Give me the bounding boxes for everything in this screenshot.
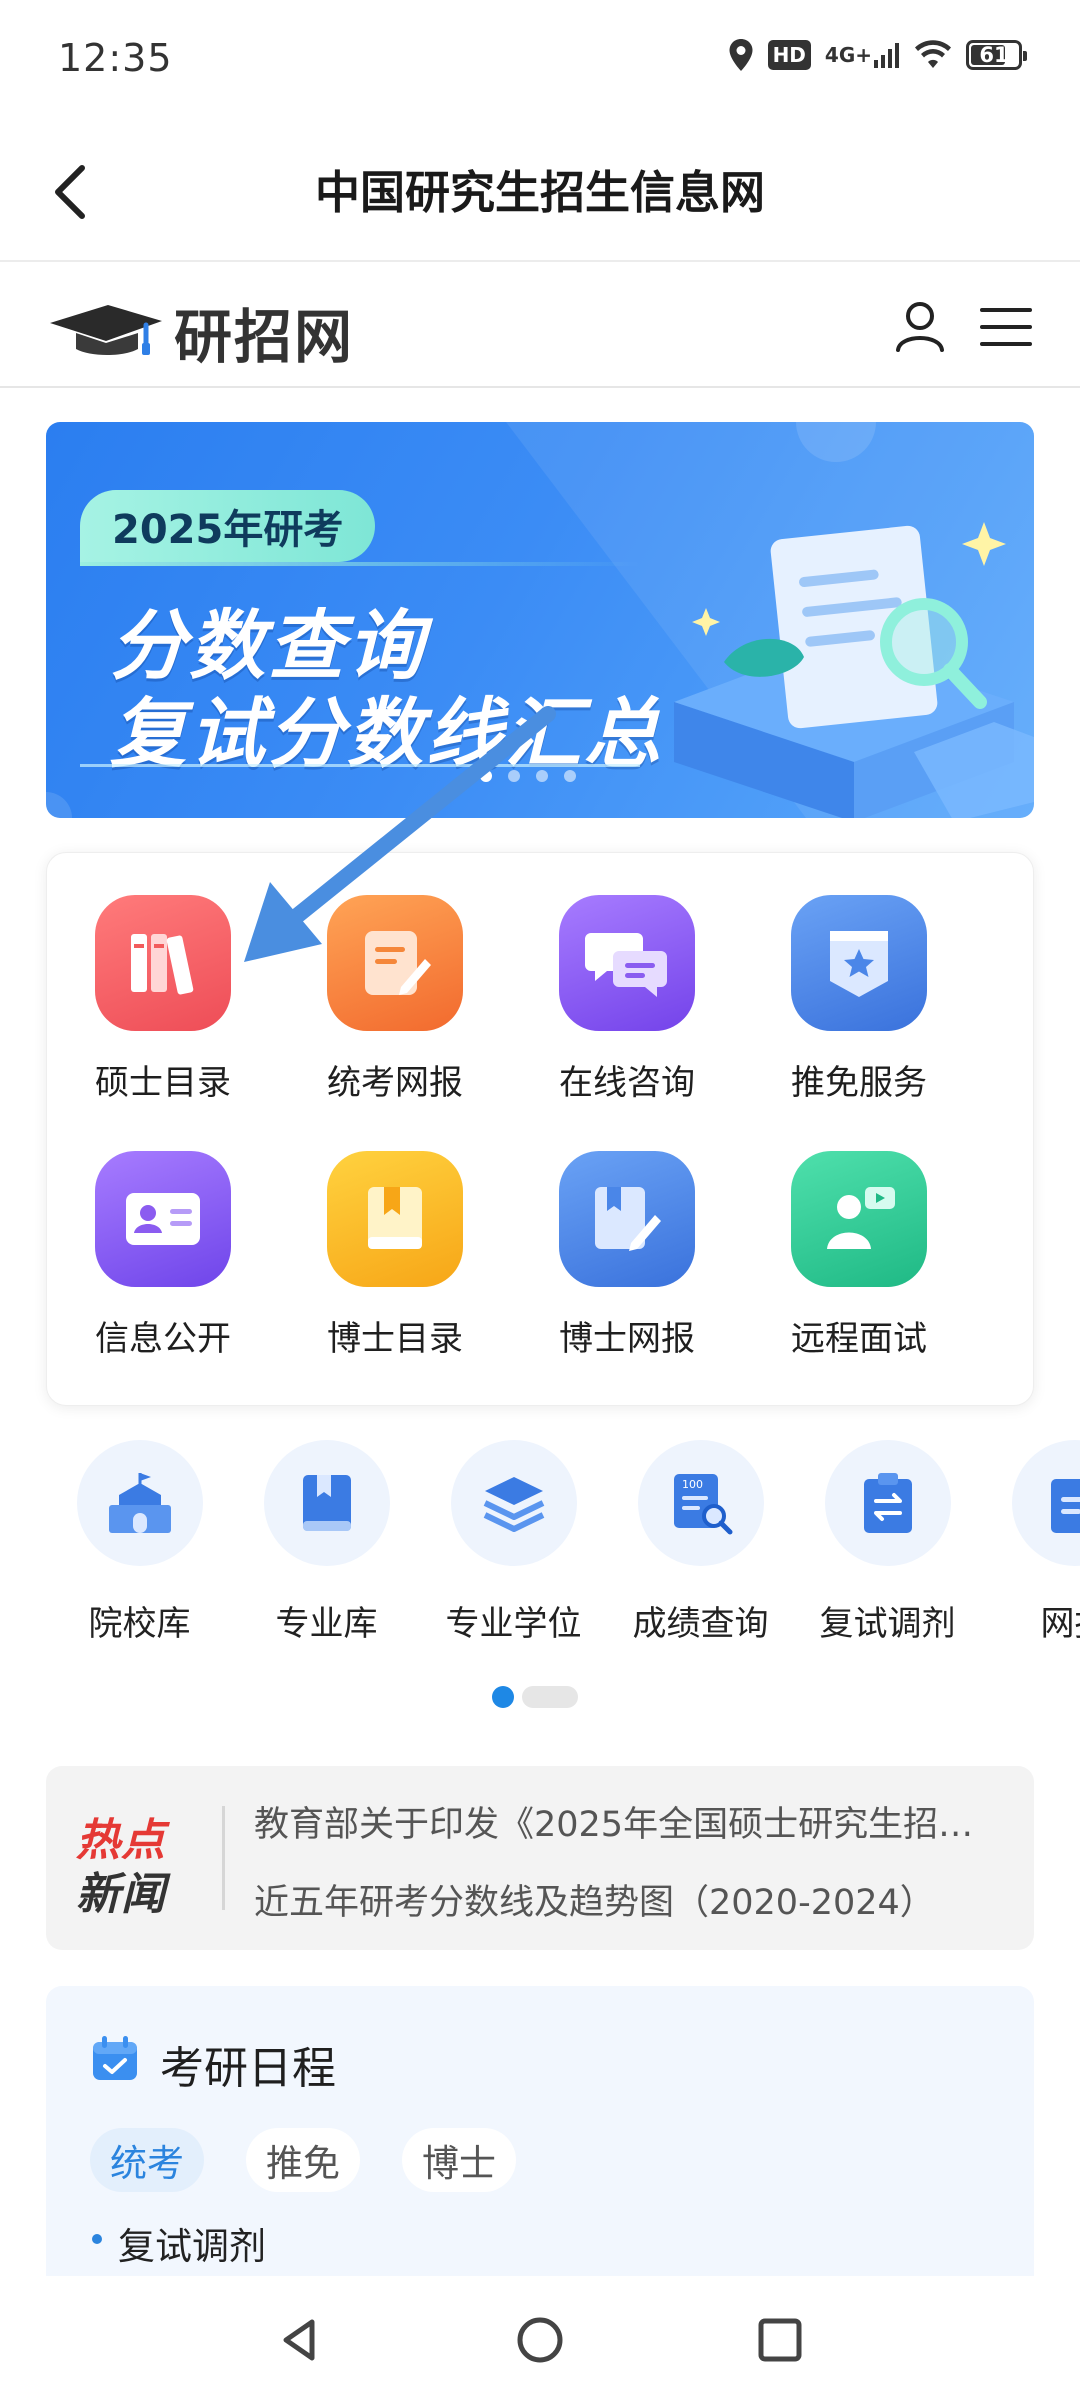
grid-item-exam-registration[interactable]: 统考网报 xyxy=(279,853,511,1103)
schedule-tab-unified-exam[interactable]: 统考 xyxy=(90,2128,204,2192)
wifi-icon xyxy=(914,38,952,72)
hot-news-panel: 热点 新闻 教育部关于印发《2025年全国硕士研究生招… 近五年研考分数线及趋势… xyxy=(46,1766,1034,1950)
grid-item-label: 博士网报 xyxy=(559,1319,695,1359)
cellular-signal-icon: 4G+ xyxy=(825,38,900,72)
bullet-dot xyxy=(92,2234,102,2244)
grid-item-doctoral-catalog[interactable]: 博士目录 xyxy=(279,1109,511,1359)
calendar-icon xyxy=(93,2036,137,2080)
score-search-icon: 100 xyxy=(637,1440,764,1566)
status-time: 12:35 xyxy=(58,36,173,80)
user-button[interactable] xyxy=(890,296,950,356)
system-navigation-bar xyxy=(0,2276,1080,2400)
grid-item-label: 信息公开 xyxy=(95,1319,231,1359)
promo-banner[interactable]: 2025年研考 分数查询 复试分数线汇总 xyxy=(46,422,1034,818)
chat-bubbles-icon xyxy=(559,895,695,1031)
book-icon xyxy=(263,1440,390,1566)
shortcut-professional-degree[interactable]: 专业学位 xyxy=(420,1440,607,1670)
site-logo[interactable]: 研招网 xyxy=(46,290,354,374)
menu-button[interactable] xyxy=(976,300,1036,354)
grid-item-remote-interview[interactable]: 远程面试 xyxy=(743,1109,975,1359)
user-icon xyxy=(896,302,944,352)
schedule-tab-recommendation[interactable]: 推免 xyxy=(246,2128,360,2192)
circle-home-icon xyxy=(517,2317,563,2363)
shortcut-major-library[interactable]: 专业库 xyxy=(233,1440,420,1670)
banner-dot[interactable] xyxy=(564,770,576,782)
quick-access-grid: 硕士目录 统考网报 在线咨询 推免服务 信息公开 博士目录 博士网报 远程面试 xyxy=(46,852,1034,1406)
bookmark-book-icon xyxy=(327,1151,463,1287)
shortcut-pagination xyxy=(492,1686,578,1708)
shortcut-school-library[interactable]: 院校库 xyxy=(46,1440,233,1670)
app-title-bar: 中国研究生招生信息网 xyxy=(0,120,1080,262)
banner-illustration xyxy=(674,522,1034,818)
hd-icon: HD xyxy=(767,38,811,72)
books-icon xyxy=(95,895,231,1031)
banner-dot[interactable] xyxy=(480,770,492,782)
news-divider xyxy=(222,1806,225,1910)
exam-schedule-panel: 考研日程 统考 推免 博士 复试调剂 xyxy=(46,1986,1034,2276)
banner-dot[interactable] xyxy=(508,770,520,782)
schedule-tab-doctoral[interactable]: 博士 xyxy=(402,2128,516,2192)
school-icon xyxy=(76,1440,203,1566)
shortcut-label: 网报 xyxy=(1040,1604,1080,1644)
banner-underline xyxy=(80,764,640,767)
logo-text: 研招网 xyxy=(174,303,355,371)
report-icon xyxy=(1011,1440,1080,1566)
location-icon xyxy=(728,38,754,72)
video-interview-icon xyxy=(791,1151,927,1287)
battery-icon: 61 xyxy=(966,38,1027,72)
news-item[interactable]: 近五年研考分数线及趋势图（2020-2024） xyxy=(254,1874,1014,1925)
grid-item-label: 在线咨询 xyxy=(559,1063,695,1103)
hot-news-badge: 热点 新闻 xyxy=(76,1815,166,1920)
grid-item-label: 统考网报 xyxy=(327,1063,463,1103)
layers-icon xyxy=(450,1440,577,1566)
grid-item-label: 硕士目录 xyxy=(95,1063,231,1103)
banner-dot[interactable] xyxy=(536,770,548,782)
site-header: 研招网 xyxy=(0,262,1080,388)
nav-recents-button[interactable] xyxy=(752,2312,808,2368)
grid-item-label: 博士目录 xyxy=(327,1319,463,1359)
grid-item-online-consultation[interactable]: 在线咨询 xyxy=(511,853,743,1103)
banner-pagination xyxy=(480,770,576,782)
star-badge-icon xyxy=(791,895,927,1031)
nav-back-button[interactable] xyxy=(272,2312,328,2368)
book-edit-icon xyxy=(559,1151,695,1287)
banner-tag: 2025年研考 xyxy=(80,490,376,562)
secondary-shortcut-row: 院校库 专业库 专业学位 100 成绩查询 复试调剂 网报 xyxy=(0,1440,1080,1680)
clipboard-swap-icon xyxy=(824,1440,951,1566)
page-title: 中国研究生招生信息网 xyxy=(314,166,765,219)
status-bar: 12:35 HD 4G+ 61 xyxy=(0,0,1080,120)
grid-item-label: 远程面试 xyxy=(791,1319,927,1359)
graduation-cap-icon xyxy=(50,305,162,355)
grid-item-doctoral-registration[interactable]: 博士网报 xyxy=(511,1109,743,1359)
banner-divider xyxy=(80,562,640,566)
hamburger-menu-icon xyxy=(980,308,1032,346)
triangle-back-icon xyxy=(283,2319,315,2361)
shortcut-score-query[interactable]: 100 成绩查询 xyxy=(607,1440,794,1670)
square-recents-icon xyxy=(758,2318,802,2362)
edit-document-icon xyxy=(327,895,463,1031)
grid-item-information-disclosure[interactable]: 信息公开 xyxy=(47,1109,279,1359)
grid-item-recommendation-service[interactable]: 推免服务 xyxy=(743,853,975,1103)
pagination-dot-active[interactable] xyxy=(492,1686,514,1708)
svg-text:100: 100 xyxy=(682,1478,703,1491)
shortcut-registration[interactable]: 网报 xyxy=(981,1440,1080,1670)
schedule-title: 考研日程 xyxy=(160,2043,336,2094)
grid-item-master-catalog[interactable]: 硕士目录 xyxy=(47,853,279,1103)
pagination-dot[interactable] xyxy=(522,1686,578,1708)
news-item[interactable]: 教育部关于印发《2025年全国硕士研究生招… xyxy=(254,1796,1014,1847)
id-card-icon xyxy=(95,1151,231,1287)
grid-item-label: 推免服务 xyxy=(791,1063,927,1103)
nav-home-button[interactable] xyxy=(512,2312,568,2368)
schedule-item[interactable]: 复试调剂 xyxy=(118,2216,266,2270)
shortcut-adjustment[interactable]: 复试调剂 xyxy=(794,1440,981,1670)
status-icons: HD 4G+ 61 xyxy=(728,38,1027,72)
